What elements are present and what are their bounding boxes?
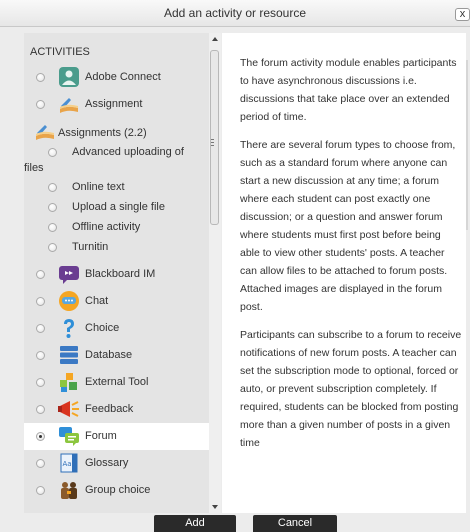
svg-text:Aa: Aa bbox=[63, 460, 72, 468]
activity-description: The forum activity module enables partic… bbox=[240, 54, 462, 462]
activity-option-glossary[interactable]: Aa Glossary bbox=[24, 450, 209, 477]
activity-list[interactable]: Activities Adobe Connect As bbox=[24, 33, 209, 513]
activity-option-adobe-connect[interactable]: Adobe Connect bbox=[24, 64, 209, 91]
chat-label: Chat bbox=[85, 295, 109, 307]
group-choice-label: Group choice bbox=[85, 484, 151, 496]
choice-label: Choice bbox=[85, 322, 120, 334]
online-text-radio[interactable] bbox=[48, 183, 57, 192]
scroll-down-arrow-icon[interactable] bbox=[212, 505, 218, 509]
close-button[interactable]: x bbox=[455, 8, 470, 21]
advanced-uploading-radio[interactable] bbox=[48, 148, 57, 157]
adobe-connect-icon bbox=[59, 67, 79, 87]
blackboard-im-radio[interactable] bbox=[36, 270, 45, 279]
assignment-label: Assignment bbox=[85, 98, 143, 110]
external-tool-icon bbox=[60, 373, 77, 392]
activity-option-chat[interactable]: Chat bbox=[24, 288, 209, 315]
turnitin-radio[interactable] bbox=[48, 243, 57, 252]
assignment-radio[interactable] bbox=[36, 100, 45, 109]
advanced-uploading-label-line2: files bbox=[24, 162, 44, 174]
offline-activity-radio[interactable] bbox=[48, 223, 57, 232]
external-tool-label: External Tool bbox=[85, 376, 149, 388]
scroll-up-arrow-icon[interactable] bbox=[212, 37, 218, 41]
chat-icon bbox=[59, 291, 79, 311]
scrollbar-grip-icon bbox=[211, 139, 214, 146]
advanced-uploading-label: Advanced uploading of bbox=[72, 146, 184, 158]
activity-chooser-dialog: Add an activity or resource x Activities… bbox=[0, 0, 470, 532]
activity-option-external-tool[interactable]: External Tool bbox=[24, 369, 209, 396]
activity-option-feedback[interactable]: Feedback bbox=[24, 396, 209, 423]
offline-activity-label: Offline activity bbox=[72, 221, 141, 233]
forum-icon bbox=[59, 427, 79, 446]
assignment-icon bbox=[36, 125, 54, 140]
description-paragraph: The forum activity module enables partic… bbox=[240, 57, 457, 123]
turnitin-label: Turnitin bbox=[72, 241, 109, 253]
blackboard-im-icon bbox=[59, 266, 79, 284]
database-label: Database bbox=[85, 349, 133, 361]
activity-option-upload-single-file[interactable]: Upload a single file bbox=[24, 199, 209, 219]
adobe-connect-label: Adobe Connect bbox=[85, 71, 161, 83]
description-paragraph: There are several forum types to choose … bbox=[240, 139, 456, 313]
activity-group-assignments-2-2: Assignments (2.2) bbox=[24, 124, 209, 146]
forum-label: Forum bbox=[85, 430, 117, 442]
glossary-radio[interactable] bbox=[36, 459, 45, 468]
activity-description-panel: The forum activity module enables partic… bbox=[222, 33, 466, 513]
feedback-icon bbox=[58, 401, 79, 417]
activity-option-group-choice[interactable]: Group choice bbox=[24, 477, 209, 504]
activity-option-offline-activity[interactable]: Offline activity bbox=[24, 219, 209, 239]
activity-list-scrollbar[interactable] bbox=[209, 33, 221, 513]
activity-option-assignment[interactable]: Assignment bbox=[24, 91, 209, 118]
external-tool-radio[interactable] bbox=[36, 378, 45, 387]
group-choice-radio[interactable] bbox=[36, 486, 45, 495]
choice-radio[interactable] bbox=[36, 324, 45, 333]
upload-single-file-radio[interactable] bbox=[48, 203, 57, 212]
online-text-label: Online text bbox=[72, 181, 125, 193]
blackboard-im-label: Blackboard IM bbox=[85, 268, 156, 280]
scrollbar-thumb[interactable] bbox=[210, 50, 219, 225]
activity-option-blackboard-im[interactable]: Blackboard IM bbox=[24, 261, 209, 288]
activity-option-advanced-uploading[interactable]: Advanced uploading of files bbox=[24, 144, 209, 176]
choice-icon bbox=[64, 319, 74, 338]
glossary-label: Glossary bbox=[85, 457, 129, 469]
dialog-title: Add an activity or resource bbox=[163, 6, 307, 20]
assignment-icon bbox=[60, 98, 78, 113]
activity-option-database[interactable]: Database bbox=[24, 342, 209, 369]
database-icon bbox=[60, 346, 78, 364]
feedback-radio[interactable] bbox=[36, 405, 45, 414]
forum-radio[interactable] bbox=[36, 432, 45, 441]
add-button[interactable]: Add bbox=[154, 515, 236, 532]
dialog-footer: Add Cancel bbox=[0, 513, 470, 532]
dialog-titlebar: Add an activity or resource x bbox=[0, 0, 470, 27]
activity-option-online-text[interactable]: Online text bbox=[24, 179, 209, 199]
dialog-body: Activities Adobe Connect As bbox=[0, 27, 470, 513]
group-choice-icon bbox=[61, 482, 77, 499]
feedback-label: Feedback bbox=[85, 403, 134, 415]
adobe-connect-radio[interactable] bbox=[36, 73, 45, 82]
chat-radio[interactable] bbox=[36, 297, 45, 306]
database-radio[interactable] bbox=[36, 351, 45, 360]
description-scrollbar[interactable] bbox=[466, 60, 468, 230]
assignments-2-2-label: Assignments (2.2) bbox=[58, 127, 147, 139]
description-paragraph: Participants can subscribe to a forum to… bbox=[240, 329, 462, 449]
activity-option-turnitin[interactable]: Turnitin bbox=[24, 239, 209, 259]
activities-heading: Activities bbox=[30, 46, 90, 58]
glossary-icon: Aa bbox=[60, 453, 78, 473]
cancel-button[interactable]: Cancel bbox=[253, 515, 337, 532]
activity-option-choice[interactable]: Choice bbox=[24, 315, 209, 342]
upload-single-file-label: Upload a single file bbox=[72, 201, 165, 213]
activity-option-forum[interactable]: Forum bbox=[24, 423, 209, 450]
